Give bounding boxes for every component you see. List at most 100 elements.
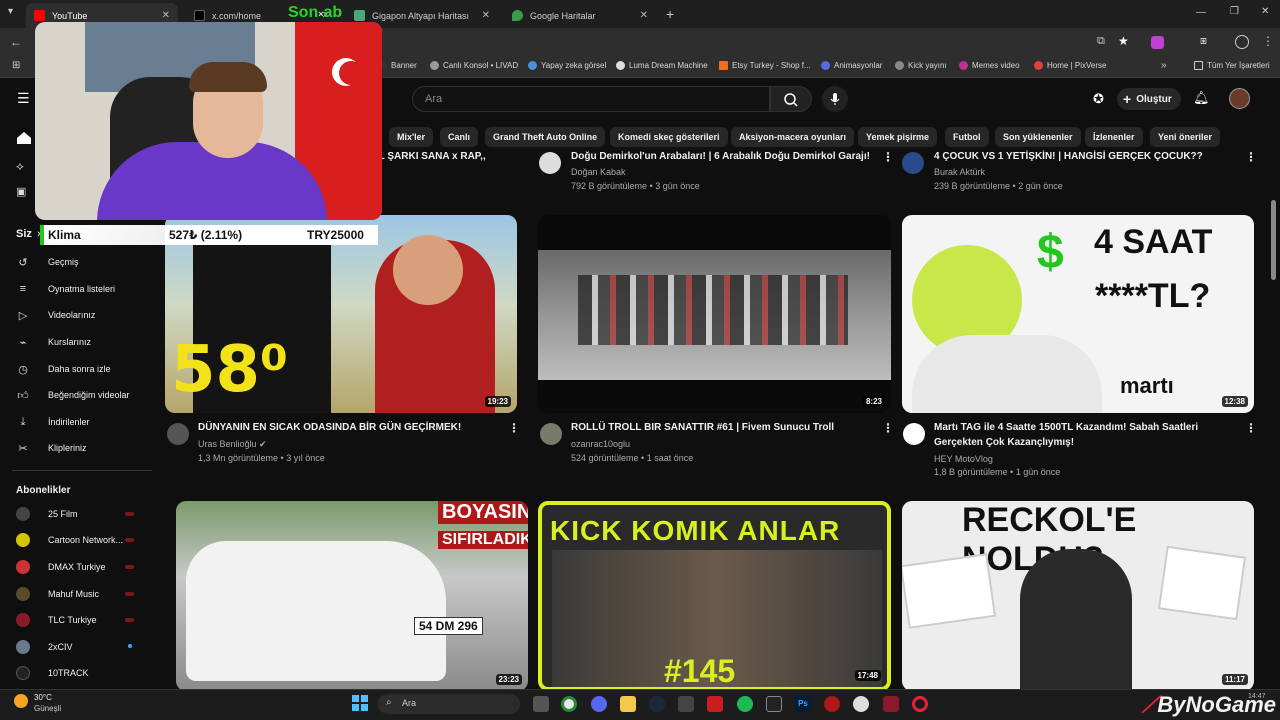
bookmark-item[interactable]: Kick yayını — [895, 61, 947, 70]
video-title-line2[interactable]: Gerçekten Çok Kazançlıymış! — [934, 436, 1074, 450]
apps-grid-icon[interactable]: ⊞ — [12, 60, 20, 71]
bookmark-item[interactable]: Memes video — [959, 61, 1020, 70]
epic-games-icon[interactable] — [766, 696, 782, 712]
subscription-item[interactable]: 10TRACK — [16, 666, 89, 680]
extensions-puzzle-icon[interactable]: ⧆ — [1200, 35, 1207, 48]
more-options-icon[interactable]: ⋮ — [882, 150, 894, 164]
channel-name[interactable]: Doğan Kabak — [571, 167, 626, 177]
more-options-icon[interactable]: ⋮ — [882, 421, 894, 435]
profile-icon[interactable] — [1235, 35, 1249, 49]
app-icon[interactable] — [824, 696, 840, 712]
subscription-item[interactable]: Mahuf Music — [16, 587, 99, 601]
channel-name[interactable]: ozanrac10oglu — [571, 439, 630, 449]
video-thumbnail[interactable]: 8:23 — [538, 215, 891, 413]
chip[interactable]: Aksiyon-macera oyunları — [731, 127, 855, 147]
subscription-item[interactable]: 2xCIV — [16, 640, 73, 654]
extension-icon[interactable] — [1151, 36, 1164, 49]
channel-avatar[interactable] — [540, 423, 562, 445]
chip[interactable]: Komedi skeç gösterileri — [610, 127, 728, 147]
task-view-icon[interactable] — [533, 696, 549, 712]
app-icon[interactable] — [678, 696, 694, 712]
weather-temp[interactable]: 30°C — [34, 693, 52, 702]
chip[interactable]: Son yüklenenler — [995, 127, 1081, 147]
bookmark-item[interactable]: Animasyonlar — [821, 61, 882, 70]
channel-name[interactable]: Burak Aktürk — [934, 167, 985, 177]
weather-sun-icon[interactable] — [14, 694, 28, 708]
more-options-icon[interactable]: ⋮ — [1245, 421, 1257, 435]
channel-name[interactable]: Uras Benlioğlu ✔ — [198, 439, 267, 450]
create-button[interactable]: + Oluştur — [1117, 88, 1181, 110]
more-bookmarks-icon[interactable]: » — [1161, 60, 1167, 71]
sidebar-item-clips[interactable]: ✂ Klipleriniz — [16, 441, 86, 455]
bookmark-item[interactable]: Yapay zeka görsel — [528, 61, 606, 70]
scrollbar-thumb[interactable] — [1271, 200, 1276, 280]
window-close-button[interactable]: ✕ — [1261, 6, 1269, 17]
app-icon[interactable] — [707, 696, 723, 712]
sidebar-item-playlists[interactable]: ≡ Oynatma listeleri — [16, 282, 115, 296]
you-section-title[interactable]: Siz — [16, 228, 32, 240]
chip[interactable]: Canlı — [440, 127, 479, 147]
subscription-item[interactable]: DMAX Turkiye — [16, 560, 106, 574]
home-icon[interactable] — [16, 131, 32, 145]
close-icon[interactable]: ✕ — [482, 10, 490, 21]
bookmark-item[interactable]: Home | PixVerse — [1034, 61, 1106, 70]
chip[interactable]: Mix'ler — [389, 127, 434, 147]
opera-icon[interactable] — [912, 696, 928, 712]
tab-google-maps[interactable]: Google Haritalar ✕ — [504, 3, 656, 28]
video-thumbnail[interactable]: RECKOL'E NOLDU? 11:17 — [902, 501, 1254, 691]
back-arrow-icon[interactable]: ← — [10, 35, 22, 49]
channel-avatar[interactable] — [902, 152, 924, 174]
sidebar-item-your-videos[interactable]: ▷ Videolarınız — [16, 308, 96, 322]
bookmark-item[interactable]: Canlı Konsol • LIVAD — [430, 61, 518, 70]
video-thumbnail[interactable]: KICK KOMIK ANLAR #145 17:48 — [538, 501, 891, 691]
chip[interactable]: İzlenenler — [1085, 127, 1143, 147]
discord-icon[interactable] — [591, 696, 607, 712]
bookmark-item[interactable]: Etsy Turkey - Shop f... — [719, 61, 811, 70]
maximize-button[interactable]: ❐ — [1230, 6, 1239, 17]
bookmark-item[interactable]: Luma Dream Machine — [616, 61, 708, 70]
sidebar-item-downloads[interactable]: ⤓ İndirilenler — [16, 415, 90, 429]
sidebar-item-watch-later[interactable]: ◷ Daha sonra izle — [16, 362, 110, 376]
close-icon[interactable]: ✕ — [162, 10, 170, 21]
tab-search-icon[interactable]: ▾ — [8, 6, 13, 17]
search-input[interactable]: Ara — [412, 86, 770, 112]
chip[interactable]: Grand Theft Auto Online — [485, 127, 606, 147]
bookmark-item[interactable]: Banner — [378, 61, 417, 70]
video-title[interactable]: Doğu Demirkol'un Arabaları! | 6 Arabalık… — [571, 150, 870, 164]
minimize-button[interactable]: — — [1196, 7, 1206, 18]
subscriptions-icon[interactable]: ▣ — [16, 185, 26, 198]
subscription-item[interactable]: Cartoon Network... — [16, 533, 123, 547]
chip[interactable]: Futbol — [945, 127, 989, 147]
all-bookmarks[interactable]: Tüm Yer İşaretleri — [1194, 61, 1270, 70]
app-icon[interactable] — [853, 696, 869, 712]
photoshop-icon[interactable]: Ps — [795, 696, 811, 712]
chip[interactable]: Yeni öneriler — [1150, 127, 1221, 147]
subscription-item[interactable]: TLC Turkiye — [16, 613, 97, 627]
video-title[interactable]: ROLLÜ TROLL BIR SANATTIR #61 | Fivem Sun… — [571, 421, 834, 435]
channel-name[interactable]: HEY MotoVlog — [934, 454, 993, 464]
close-icon[interactable]: ✕ — [640, 10, 648, 21]
video-title[interactable]: 4 ÇOCUK VS 1 YETİŞKİN! | HANGİSİ GERÇEK … — [934, 150, 1203, 164]
more-options-icon[interactable]: ⋮ — [1245, 150, 1257, 164]
video-thumbnail[interactable]: 54 DM 296 BOYASINI SIFIRLADIK 23:23 — [176, 501, 528, 691]
taskbar-search[interactable]: ⌕ Ara — [378, 694, 520, 714]
sidebar-item-courses[interactable]: ⌁ Kurslarınız — [16, 335, 91, 349]
subscription-item[interactable]: 25 Film — [16, 507, 78, 521]
more-options-icon[interactable]: ⋮ — [508, 421, 520, 435]
video-thumbnail[interactable]: $ 4 SAAT ****TL? martı 12:38 — [902, 215, 1254, 413]
avatar[interactable] — [1229, 88, 1250, 109]
video-title[interactable]: EL ŞARKI SANA x RAP,, — [372, 150, 486, 164]
sidebar-item-liked-videos[interactable]: 👍︎ Beğendiğim videolar — [16, 388, 129, 402]
menu-kebab-icon[interactable]: ⋮ — [1262, 34, 1274, 48]
notifications-bell-icon[interactable]: 🔔︎ — [1193, 90, 1210, 106]
app-icon[interactable] — [883, 696, 899, 712]
new-tab-button[interactable]: + — [666, 6, 674, 22]
steam-icon[interactable] — [649, 696, 665, 712]
install-icon[interactable]: ⧉ — [1097, 35, 1105, 48]
chip[interactable]: Yemek pişirme — [858, 127, 938, 147]
bookmark-star-icon[interactable]: ★ — [1118, 34, 1129, 48]
video-title[interactable]: DÜNYANIN EN SICAK ODASINDA BİR GÜN GEÇİR… — [198, 421, 461, 435]
windows-start-icon[interactable] — [352, 695, 368, 711]
voice-search-button[interactable] — [822, 86, 848, 112]
sidebar-item-history[interactable]: ↺ Geçmiş — [16, 255, 78, 269]
